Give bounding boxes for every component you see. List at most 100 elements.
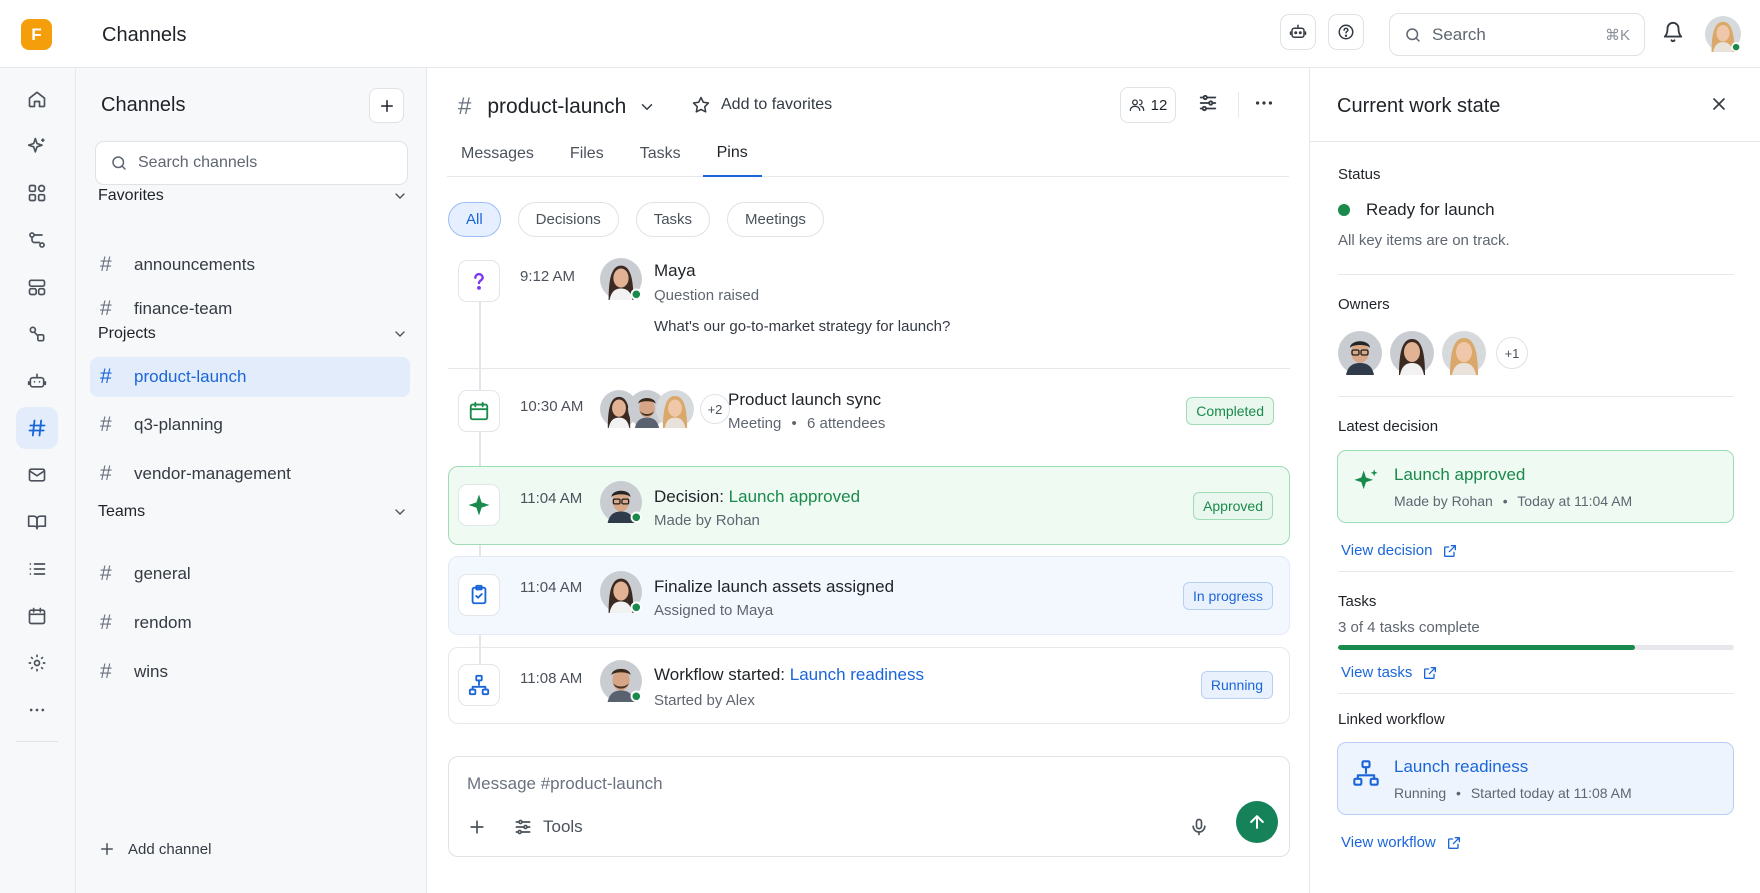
- channel-item-q3-planning[interactable]: # q3-planning: [90, 405, 410, 445]
- filter-decisions[interactable]: Decisions: [517, 202, 619, 237]
- pin-subtitle: Made by Rohan: [654, 512, 760, 529]
- close-panel-button[interactable]: [1709, 94, 1729, 114]
- rail-integrations[interactable]: [16, 313, 58, 355]
- view-tasks-link[interactable]: View tasks: [1341, 664, 1438, 681]
- channel-item-general[interactable]: # general: [90, 554, 410, 594]
- more-options-button[interactable]: [1253, 92, 1275, 114]
- add-to-favorites-button[interactable]: Add to favorites: [691, 95, 832, 115]
- external-link-icon: [1436, 835, 1462, 851]
- channel-item-announcements[interactable]: # announcements: [90, 245, 410, 285]
- assistant-button[interactable]: [1280, 14, 1316, 50]
- rail-docs[interactable]: [16, 501, 58, 543]
- rail-more[interactable]: [16, 689, 58, 731]
- rail-workflows[interactable]: [16, 219, 58, 261]
- avatar[interactable]: [600, 660, 642, 702]
- members-button[interactable]: 12: [1120, 87, 1176, 123]
- pin-time: 9:12 AM: [520, 268, 576, 285]
- owners-extra[interactable]: +1: [1496, 337, 1528, 369]
- decision-link[interactable]: Launch approved: [729, 487, 860, 506]
- avatar[interactable]: [1390, 331, 1434, 375]
- channel-item-rendom[interactable]: # rendom: [90, 603, 410, 643]
- pin-item[interactable]: 9:12 AM Maya Question raised What's our …: [448, 252, 1290, 352]
- rail-settings[interactable]: [16, 642, 58, 684]
- rail-layout[interactable]: [16, 266, 58, 308]
- mail-icon: [27, 465, 47, 485]
- channel-header[interactable]: # product-launch: [458, 93, 656, 121]
- channel-settings-button[interactable]: [1197, 92, 1219, 114]
- channel-item-finance-team[interactable]: # finance-team: [90, 289, 410, 329]
- status-badge: Approved: [1193, 492, 1273, 520]
- section-favorites[interactable]: Favorites: [98, 187, 408, 205]
- tab-pins[interactable]: Pins: [702, 131, 762, 177]
- tab-files[interactable]: Files: [556, 131, 618, 177]
- rail-apps[interactable]: [16, 172, 58, 214]
- tab-tasks[interactable]: Tasks: [626, 131, 695, 177]
- avatar[interactable]: [600, 481, 642, 523]
- rail-channels[interactable]: [16, 407, 58, 449]
- view-tasks-label: View tasks: [1341, 664, 1413, 681]
- pin-item[interactable]: 10:30 AM +2 Product launch sync Meeting …: [448, 380, 1290, 450]
- avatar[interactable]: [600, 571, 642, 613]
- avatar[interactable]: [1338, 331, 1382, 375]
- attendee-avatars[interactable]: +2: [600, 390, 730, 428]
- filter-meetings[interactable]: Meetings: [727, 202, 824, 237]
- global-search-input[interactable]: Search ⌘K: [1389, 13, 1645, 56]
- workflow-start-time: Started today at 11:08 AM: [1470, 785, 1632, 801]
- meeting-type: Meeting: [728, 415, 782, 432]
- pin-title: Product launch sync: [728, 390, 882, 409]
- decision-author: Made by Rohan: [1394, 493, 1493, 509]
- message-composer[interactable]: Message #product-launch Tools: [448, 756, 1290, 857]
- workflow-link[interactable]: Launch readiness: [790, 665, 924, 684]
- avatar[interactable]: [1442, 331, 1486, 375]
- user-avatar[interactable]: [1705, 16, 1741, 52]
- sliders-icon: [513, 817, 533, 837]
- section-projects[interactable]: Projects: [98, 325, 408, 343]
- linked-workflow-card[interactable]: Launch readiness Running • Started today…: [1337, 742, 1734, 815]
- pin-item-workflow[interactable]: 11:08 AM Workflow started: Launch readin…: [448, 647, 1290, 724]
- app-logo[interactable]: F: [21, 19, 52, 50]
- attach-button[interactable]: [467, 817, 487, 837]
- tools-button[interactable]: Tools: [513, 817, 583, 837]
- latest-decision-card[interactable]: Launch approved Made by Rohan • Today at…: [1337, 450, 1734, 523]
- hash-icon: [27, 418, 47, 438]
- channel-item-wins[interactable]: # wins: [90, 652, 410, 692]
- notifications-button[interactable]: [1662, 21, 1684, 43]
- rail-bots[interactable]: [16, 360, 58, 402]
- channel-item-product-launch[interactable]: # product-launch: [90, 357, 410, 397]
- view-workflow-link[interactable]: View workflow: [1341, 834, 1462, 851]
- channel-label: general: [134, 564, 191, 583]
- add-channel-button[interactable]: Add channel: [98, 840, 211, 858]
- pin-item-decision[interactable]: 11:04 AM Decision: Launch approved Made …: [448, 466, 1290, 545]
- section-teams[interactable]: Teams: [98, 503, 408, 521]
- pin-body: What's our go-to-market strategy for lau…: [654, 318, 951, 335]
- rail-mail[interactable]: [16, 454, 58, 496]
- tab-messages[interactable]: Messages: [447, 131, 548, 177]
- add-channel-label: Add channel: [128, 840, 212, 858]
- rail-lists[interactable]: [16, 548, 58, 590]
- search-icon: [1404, 26, 1422, 44]
- search-icon: [110, 154, 128, 172]
- panel-title: Current work state: [1337, 95, 1501, 117]
- rail-ai[interactable]: [16, 125, 58, 167]
- voice-button[interactable]: [1189, 817, 1209, 837]
- help-button[interactable]: [1328, 14, 1364, 50]
- channel-search-input[interactable]: Search channels: [95, 141, 408, 185]
- new-channel-button[interactable]: [369, 88, 404, 123]
- view-decision-link[interactable]: View decision: [1341, 542, 1458, 559]
- separator-dot: •: [1502, 493, 1508, 509]
- send-button[interactable]: [1236, 801, 1278, 843]
- filter-all[interactable]: All: [448, 202, 501, 237]
- filter-tasks[interactable]: Tasks: [635, 202, 711, 237]
- channel-item-vendor-management[interactable]: # vendor-management: [90, 454, 410, 494]
- bot-icon: [1289, 23, 1307, 41]
- gear-icon: [27, 653, 47, 673]
- rail-home[interactable]: [16, 78, 58, 120]
- avatar[interactable]: [600, 258, 642, 300]
- hash-icon: #: [100, 297, 112, 320]
- workflow-icon: [458, 664, 500, 706]
- rail-calendar[interactable]: [16, 595, 58, 637]
- pin-item-task[interactable]: 11:04 AM Finalize launch assets assigned…: [448, 556, 1290, 635]
- channel-name: product-launch: [487, 95, 627, 118]
- users-icon: [1129, 97, 1145, 113]
- clipboard-check-icon: [458, 574, 500, 616]
